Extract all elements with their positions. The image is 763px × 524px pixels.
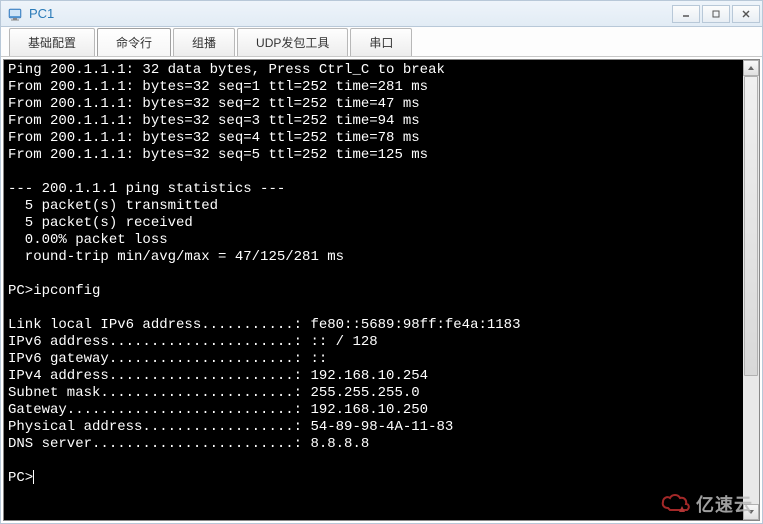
maximize-button[interactable] (702, 5, 730, 23)
close-button[interactable] (732, 5, 760, 23)
minimize-button[interactable] (672, 5, 700, 23)
app-icon (7, 6, 23, 22)
app-window: PC1 基础配置 命令行 组播 UDP发包工具 串口 Ping 200.1.1.… (0, 0, 763, 524)
scroll-track[interactable] (743, 76, 759, 504)
scroll-up-button[interactable] (743, 60, 759, 76)
terminal-output[interactable]: Ping 200.1.1.1: 32 data bytes, Press Ctr… (4, 60, 743, 520)
watermark: 亿速云 (660, 490, 753, 518)
tabs-bar: 基础配置 命令行 组播 UDP发包工具 串口 (1, 27, 762, 57)
terminal-cursor (33, 470, 34, 484)
tab-serial[interactable]: 串口 (350, 28, 412, 56)
tab-basic-config[interactable]: 基础配置 (9, 28, 95, 56)
terminal-container: Ping 200.1.1.1: 32 data bytes, Press Ctr… (3, 59, 760, 521)
scroll-thumb[interactable] (744, 76, 758, 376)
scrollbar (743, 60, 759, 520)
tab-multicast[interactable]: 组播 (173, 28, 235, 56)
window-title: PC1 (29, 6, 670, 21)
titlebar: PC1 (1, 1, 762, 27)
tab-udp-tool[interactable]: UDP发包工具 (237, 28, 348, 56)
window-controls (670, 5, 760, 23)
tab-command-line[interactable]: 命令行 (97, 28, 171, 56)
watermark-text: 亿速云 (696, 491, 753, 517)
watermark-icon (660, 490, 692, 518)
